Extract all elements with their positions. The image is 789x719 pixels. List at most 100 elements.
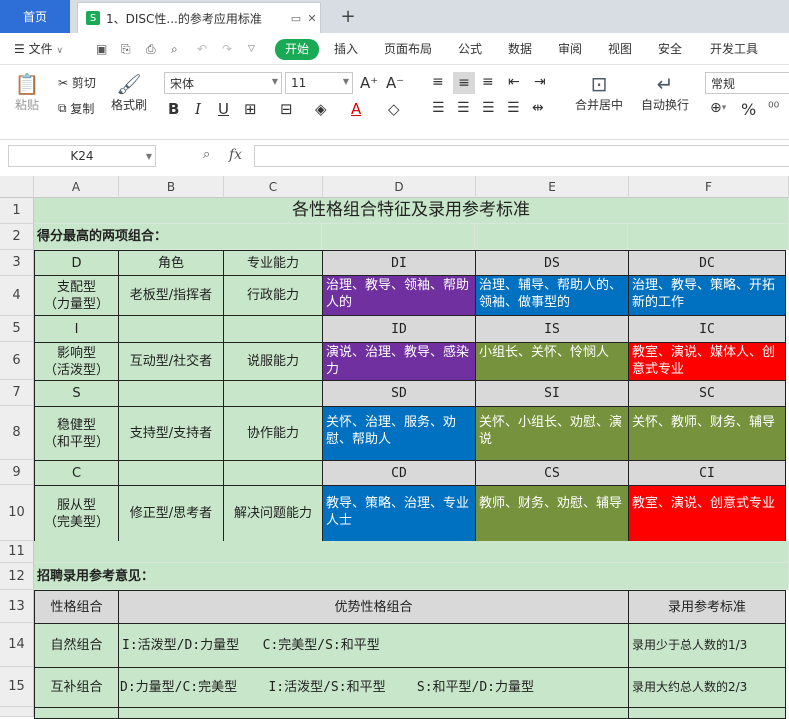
cell-b3[interactable]: 角色 bbox=[118, 250, 224, 276]
select-all-corner[interactable] bbox=[0, 176, 34, 198]
cell-a5[interactable]: I bbox=[34, 315, 119, 343]
cell-f15[interactable]: 录用大约总人数的2/3 bbox=[628, 667, 786, 708]
cell-d8[interactable]: 关怀、治理、服务、劝慰、帮助人 bbox=[322, 406, 476, 461]
row-header-15[interactable]: 15 bbox=[0, 667, 34, 707]
menu-developer[interactable]: 开发工具 bbox=[710, 39, 758, 60]
section-heading[interactable]: 得分最高的两项组合： bbox=[34, 224, 223, 250]
cell-c10[interactable]: 解决问题能力 bbox=[223, 485, 323, 542]
menu-data[interactable]: 数据 bbox=[508, 39, 532, 60]
cell-e8[interactable]: 关怀、小组长、劝慰、演说 bbox=[475, 406, 629, 461]
align-center-icon[interactable]: ☰ bbox=[457, 100, 470, 116]
cell-b5[interactable] bbox=[118, 315, 224, 343]
cell-b7[interactable] bbox=[118, 380, 224, 407]
row-header-1[interactable]: 1 bbox=[0, 198, 34, 224]
wrap-text-button[interactable]: ↵ 自动换行 bbox=[638, 72, 692, 113]
cell-d6[interactable]: 演说、治理、教导、感染力 bbox=[322, 342, 476, 381]
row-11-empty[interactable] bbox=[34, 541, 789, 563]
cell-d4[interactable]: 治理、教导、领袖、帮助人的 bbox=[322, 275, 476, 316]
cell-a3[interactable]: D bbox=[34, 250, 119, 276]
currency-icon[interactable]: ⊕ ▾ bbox=[710, 100, 726, 116]
cut-button[interactable]: ✂ 剪切 bbox=[58, 74, 96, 91]
cell-c5[interactable] bbox=[223, 315, 323, 343]
cell-a7[interactable]: S bbox=[34, 380, 119, 407]
menu-file[interactable]: ☰ 文件 ∨ bbox=[14, 39, 63, 60]
row-header-9[interactable]: 9 bbox=[0, 460, 34, 485]
cell-d5[interactable]: ID bbox=[322, 315, 476, 343]
cell-d7[interactable]: SD bbox=[322, 380, 476, 407]
column-header-e[interactable]: E bbox=[476, 176, 629, 198]
menu-start[interactable]: 开始 bbox=[275, 39, 320, 60]
cell-f16[interactable] bbox=[628, 707, 786, 719]
menu-formula[interactable]: 公式 bbox=[458, 39, 482, 60]
align-bottom-icon[interactable]: ≡ bbox=[482, 74, 494, 90]
align-left-icon[interactable]: ☰ bbox=[432, 100, 445, 116]
fill-pattern-icon[interactable]: ⊟ bbox=[280, 100, 293, 118]
row-header-14[interactable]: 14 bbox=[0, 623, 34, 667]
row-header-5[interactable]: 5 bbox=[0, 316, 34, 342]
cell-d10[interactable]: 教导、策略、治理、专业人士 bbox=[322, 485, 476, 542]
justify-icon[interactable]: ☰ bbox=[507, 100, 520, 116]
align-middle-icon[interactable]: ≡ bbox=[453, 72, 475, 94]
cell-f7[interactable]: SC bbox=[628, 380, 786, 407]
row-header-12[interactable]: 12 bbox=[0, 563, 34, 590]
tab-document[interactable]: S 1、DISC性...的参考应用标准 ▭ ✕ bbox=[77, 2, 321, 33]
cell-b16[interactable] bbox=[118, 707, 629, 719]
menu-insert[interactable]: 插入 bbox=[334, 39, 358, 60]
cell-a13[interactable]: 性格组合 bbox=[34, 590, 119, 624]
cell-f13[interactable]: 录用参考标准 bbox=[628, 590, 786, 624]
cell-e4[interactable]: 治理、辅导、帮助人的、领袖、做事型的 bbox=[475, 275, 629, 316]
name-box[interactable]: K24 ▼ bbox=[8, 145, 156, 167]
cell-f14[interactable]: 录用少于总人数的1/3 bbox=[628, 623, 786, 668]
section-heading[interactable]: 招聘录用参考意见： bbox=[34, 563, 223, 590]
merge-center-button[interactable]: ⊡ 合并居中 bbox=[570, 72, 628, 113]
row-header-6[interactable]: 6 bbox=[0, 342, 34, 380]
row-header-2[interactable]: 2 bbox=[0, 224, 34, 250]
cell-a15[interactable]: 互补组合 bbox=[34, 667, 119, 708]
cell-f4[interactable]: 治理、教导、策略、开拓新的工作 bbox=[628, 275, 786, 316]
new-tab-button[interactable]: + bbox=[333, 4, 363, 28]
menu-page-layout[interactable]: 页面布局 bbox=[384, 39, 432, 60]
italic-button[interactable]: I bbox=[195, 100, 201, 118]
cell-d3[interactable]: DI bbox=[322, 250, 476, 276]
cell-a16[interactable] bbox=[34, 707, 119, 719]
borders-icon[interactable]: ⊞ bbox=[244, 100, 257, 118]
cell-c4[interactable]: 行政能力 bbox=[223, 275, 323, 316]
cell-b13[interactable]: 优势性格组合 bbox=[118, 590, 629, 624]
cell-e5[interactable]: IS bbox=[475, 315, 629, 343]
indent-decrease-icon[interactable]: ⇤ bbox=[508, 74, 520, 90]
cell-b10[interactable]: 修正型/思考者 bbox=[118, 485, 224, 542]
cell-c9[interactable] bbox=[223, 460, 323, 486]
cell-d9[interactable]: CD bbox=[322, 460, 476, 486]
zoom-icon[interactable]: ⌕ bbox=[203, 147, 210, 162]
copy-button[interactable]: ⧉ 复制 bbox=[58, 100, 94, 117]
cell-a4[interactable]: 支配型 （力量型） bbox=[34, 275, 119, 316]
row-header-7[interactable]: 7 bbox=[0, 380, 34, 406]
cell-a14[interactable]: 自然组合 bbox=[34, 623, 119, 668]
cell-a8[interactable]: 稳健型 （和平型） bbox=[34, 406, 119, 461]
fill-color-icon[interactable]: ◈ bbox=[315, 100, 327, 118]
row-header-13[interactable]: 13 bbox=[0, 590, 34, 623]
grow-font-button[interactable]: A⁺ bbox=[360, 74, 378, 92]
cell-e7[interactable]: SI bbox=[475, 380, 629, 407]
cell-a9[interactable]: C bbox=[34, 460, 119, 486]
number-format-select[interactable]: 常规 bbox=[705, 72, 789, 94]
cell-b6[interactable]: 互动型/社交者 bbox=[118, 342, 224, 381]
row-header-8[interactable]: 8 bbox=[0, 406, 34, 460]
indent-increase-icon[interactable]: ⇥ bbox=[534, 74, 546, 90]
cell-e10[interactable]: 教师、财务、劝慰、辅导 bbox=[475, 485, 629, 542]
cell-a6[interactable]: 影响型 （活泼型） bbox=[34, 342, 119, 381]
comma-style-icon[interactable]: ⁰⁰ bbox=[768, 100, 779, 116]
font-color-icon[interactable]: A bbox=[351, 100, 361, 118]
more-icon[interactable]: ▽ bbox=[248, 39, 255, 60]
cell-f9[interactable]: CI bbox=[628, 460, 786, 486]
clear-format-icon[interactable]: ◇ bbox=[388, 100, 400, 118]
cell-e3[interactable]: DS bbox=[475, 250, 629, 276]
cell-c7[interactable] bbox=[223, 380, 323, 407]
cell-f8[interactable]: 关怀、教师、财务、辅导 bbox=[628, 406, 786, 461]
menu-review[interactable]: 审阅 bbox=[558, 39, 582, 60]
menu-security[interactable]: 安全 bbox=[658, 39, 682, 60]
row-header-16[interactable] bbox=[0, 707, 34, 717]
export-icon[interactable]: ⎘ bbox=[121, 39, 131, 60]
formula-input[interactable] bbox=[254, 145, 789, 167]
column-header-f[interactable]: F bbox=[629, 176, 789, 198]
